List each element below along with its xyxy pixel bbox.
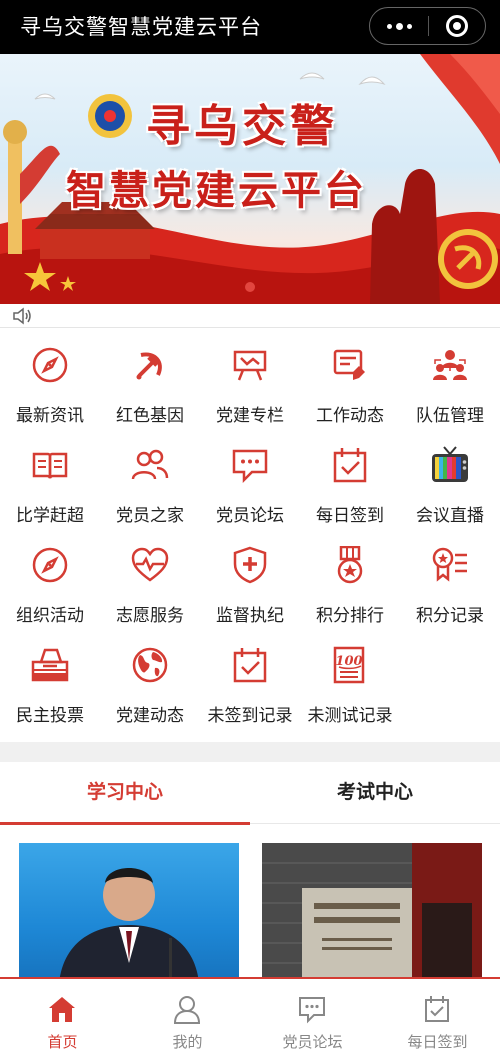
more-options-button[interactable] xyxy=(370,8,428,44)
easel-icon xyxy=(231,346,269,384)
calendar-check-icon xyxy=(231,646,269,684)
ballot-box-icon xyxy=(31,646,69,684)
speaker-photo xyxy=(59,868,199,983)
nav-checkin[interactable]: 每日签到 xyxy=(375,979,500,1061)
nav-label: 每日签到 xyxy=(407,1033,468,1051)
grid-item-label: 民主投票 xyxy=(16,706,84,726)
speaker-icon xyxy=(13,307,31,325)
people-icon xyxy=(131,446,169,484)
tab-learning-center[interactable]: 学习中心 xyxy=(0,762,250,825)
article-thumbnail[interactable] xyxy=(262,843,482,983)
grid-item-label: 党建专栏 xyxy=(216,406,284,426)
compass-icon xyxy=(31,546,69,584)
grid-item-label: 比学赶超 xyxy=(16,506,84,526)
calendar-check-icon xyxy=(331,446,369,484)
grid-item-label: 工作动态 xyxy=(316,406,384,426)
section-divider xyxy=(0,742,500,762)
grid-item-label: 每日签到 xyxy=(316,506,384,526)
heart-pulse-icon xyxy=(131,546,169,584)
grid-item[interactable]: 比学赶超 xyxy=(0,430,100,530)
grid-item[interactable]: 党员论坛 xyxy=(200,430,300,530)
shield-plus-icon xyxy=(231,546,269,584)
chat-bubble-icon xyxy=(231,446,269,484)
user-icon xyxy=(173,996,201,1024)
grid-item[interactable]: 党建动态 xyxy=(100,630,200,730)
chat-bubble-icon xyxy=(299,997,325,1024)
banner-carousel[interactable]: 寻乌交警 智慧党建云平台 xyxy=(0,54,500,304)
medal-icon xyxy=(331,545,369,584)
grid-item[interactable]: 最新资讯 xyxy=(0,330,100,430)
grid-item-label: 红色基因 xyxy=(116,406,184,426)
grid-item[interactable]: 志愿服务 xyxy=(100,530,200,630)
grid-item-label: 党员论坛 xyxy=(216,506,284,526)
grid-item-label: 最新资讯 xyxy=(16,406,84,426)
mini-program-title-bar: 寻乌交警智慧党建云平台 xyxy=(0,0,500,54)
nav-mine[interactable]: 我的 xyxy=(125,979,250,1061)
badge-list-icon xyxy=(431,546,469,584)
grid-item[interactable]: 党员之家 xyxy=(100,430,200,530)
bottom-tab-bar: 首页 我的 党员论坛 每日签到 xyxy=(0,977,500,1061)
grid-item[interactable]: 党建专栏 xyxy=(200,330,300,430)
grid-item[interactable]: 积分排行 xyxy=(300,530,400,630)
grid-item[interactable]: 队伍管理 xyxy=(400,330,500,430)
more-dot-icon xyxy=(406,23,412,29)
nav-label: 党员论坛 xyxy=(282,1033,343,1051)
carousel-indicator[interactable] xyxy=(245,282,255,292)
nav-label: 我的 xyxy=(172,1033,203,1051)
grid-item[interactable]: 100 未测试记录 xyxy=(300,630,400,730)
hammer-sickle-icon xyxy=(131,346,169,384)
more-dot-icon xyxy=(395,22,403,30)
grid-item-label: 监督执纪 xyxy=(216,606,284,626)
grid-item[interactable]: 会议直播 xyxy=(400,430,500,530)
tv-icon xyxy=(431,446,469,484)
content-tabs: 学习中心 考试中心 xyxy=(0,762,500,825)
nav-label: 首页 xyxy=(47,1033,78,1051)
team-icon xyxy=(431,346,469,384)
grid-item-label: 党员之家 xyxy=(116,506,184,526)
nav-forum[interactable]: 党员论坛 xyxy=(250,979,375,1061)
grid-item-label: 志愿服务 xyxy=(116,606,184,626)
grid-item-label: 积分排行 xyxy=(316,606,384,626)
tab-exam-center[interactable]: 考试中心 xyxy=(250,762,500,824)
globe-icon xyxy=(131,646,169,684)
grid-item[interactable]: 监督执纪 xyxy=(200,530,300,630)
grid-item[interactable]: 积分记录 xyxy=(400,530,500,630)
calendar-check-icon xyxy=(425,996,449,1022)
grid-item-label: 党建动态 xyxy=(116,706,184,726)
grid-item[interactable]: 民主投票 xyxy=(0,630,100,730)
grid-item-label: 组织活动 xyxy=(16,606,84,626)
grid-item-label: 积分记录 xyxy=(416,606,484,626)
grid-item[interactable]: 组织活动 xyxy=(0,530,100,630)
article-thumbnails xyxy=(0,825,500,983)
page-title: 寻乌交警智慧党建云平台 xyxy=(20,15,262,39)
score-100-icon: 100 xyxy=(331,646,369,684)
memorial-plaque-photo xyxy=(262,843,482,983)
compass-icon xyxy=(31,346,69,384)
edit-document-icon xyxy=(331,346,369,384)
close-target-icon xyxy=(446,15,468,37)
grid-item[interactable]: 工作动态 xyxy=(300,330,400,430)
app-page: 寻乌交警智慧党建云平台 寻乌交警 智慧党建云平台 最新资讯 红色基因 党建专栏 … xyxy=(0,0,500,1061)
book-icon xyxy=(31,446,69,484)
grid-item-label: 队伍管理 xyxy=(416,406,484,426)
grid-item-label: 会议直播 xyxy=(416,506,484,526)
nav-home[interactable]: 首页 xyxy=(0,979,125,1061)
grid-item-label: 未测试记录 xyxy=(307,706,393,726)
more-dot-icon xyxy=(386,23,392,29)
close-button[interactable] xyxy=(429,15,485,37)
capsule-menu xyxy=(369,7,486,45)
grid-item[interactable]: 未签到记录 xyxy=(200,630,300,730)
banner-title-line1: 寻乌交警 xyxy=(146,101,338,152)
function-grid: 最新资讯 红色基因 党建专栏 工作动态 队伍管理比学赶超 党员之家 党员论坛 每日签到 会议直播… xyxy=(0,330,500,740)
article-thumbnail[interactable] xyxy=(19,843,239,983)
notice-bar[interactable] xyxy=(0,304,500,328)
grid-item[interactable]: 红色基因 xyxy=(100,330,200,430)
grid-item[interactable]: 每日签到 xyxy=(300,430,400,530)
grid-item-label: 未签到记录 xyxy=(207,706,293,726)
banner-title-line2: 智慧党建云平台 xyxy=(66,167,367,214)
home-icon xyxy=(49,997,75,1022)
